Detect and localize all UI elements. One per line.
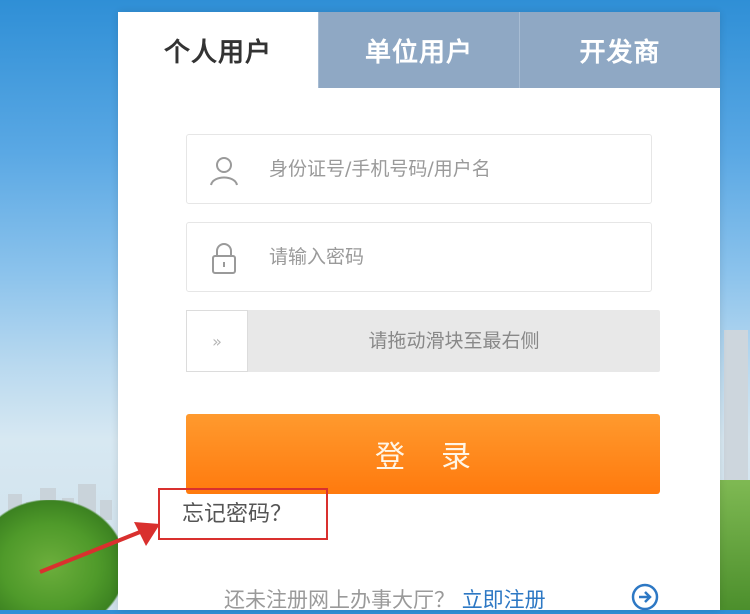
tab-developer[interactable]: 开发商 xyxy=(519,12,720,88)
password-placeholder: 请输入密码 xyxy=(269,246,365,268)
user-icon xyxy=(210,157,238,186)
user-type-tabs: 个人用户 单位用户 开发商 xyxy=(118,12,720,88)
register-prompt-text: 还未注册网上办事大厅？ xyxy=(224,588,455,612)
username-placeholder: 身份证号/手机号码/用户名 xyxy=(269,158,491,180)
password-input[interactable]: 请输入密码 xyxy=(186,222,652,292)
double-chevron-right-icon: » xyxy=(212,331,222,351)
lock-icon xyxy=(212,243,236,274)
register-link[interactable]: 立即注册 xyxy=(462,588,546,612)
slide-verification[interactable]: » 请拖动滑块至最右侧 xyxy=(186,310,660,372)
slider-instruction: 请拖动滑块至最右侧 xyxy=(368,330,540,352)
tree-foliage-right xyxy=(720,480,750,610)
login-button[interactable]: 登录 xyxy=(186,414,660,494)
tree-foliage-left xyxy=(0,500,125,610)
city-skyline-right xyxy=(720,320,750,490)
forgot-password-link[interactable]: 忘记密码？ xyxy=(182,496,292,528)
slider-handle[interactable]: » xyxy=(186,310,248,372)
login-card: 个人用户 单位用户 开发商 身份证号/手机号码/用户名 请输入密码 » 请拖动滑… xyxy=(118,12,720,612)
arrow-right-circle-icon[interactable] xyxy=(630,582,660,612)
tab-organization-user[interactable]: 单位用户 xyxy=(318,12,519,88)
tab-personal-user[interactable]: 个人用户 xyxy=(118,12,318,88)
username-input[interactable]: 身份证号/手机号码/用户名 xyxy=(186,134,652,204)
